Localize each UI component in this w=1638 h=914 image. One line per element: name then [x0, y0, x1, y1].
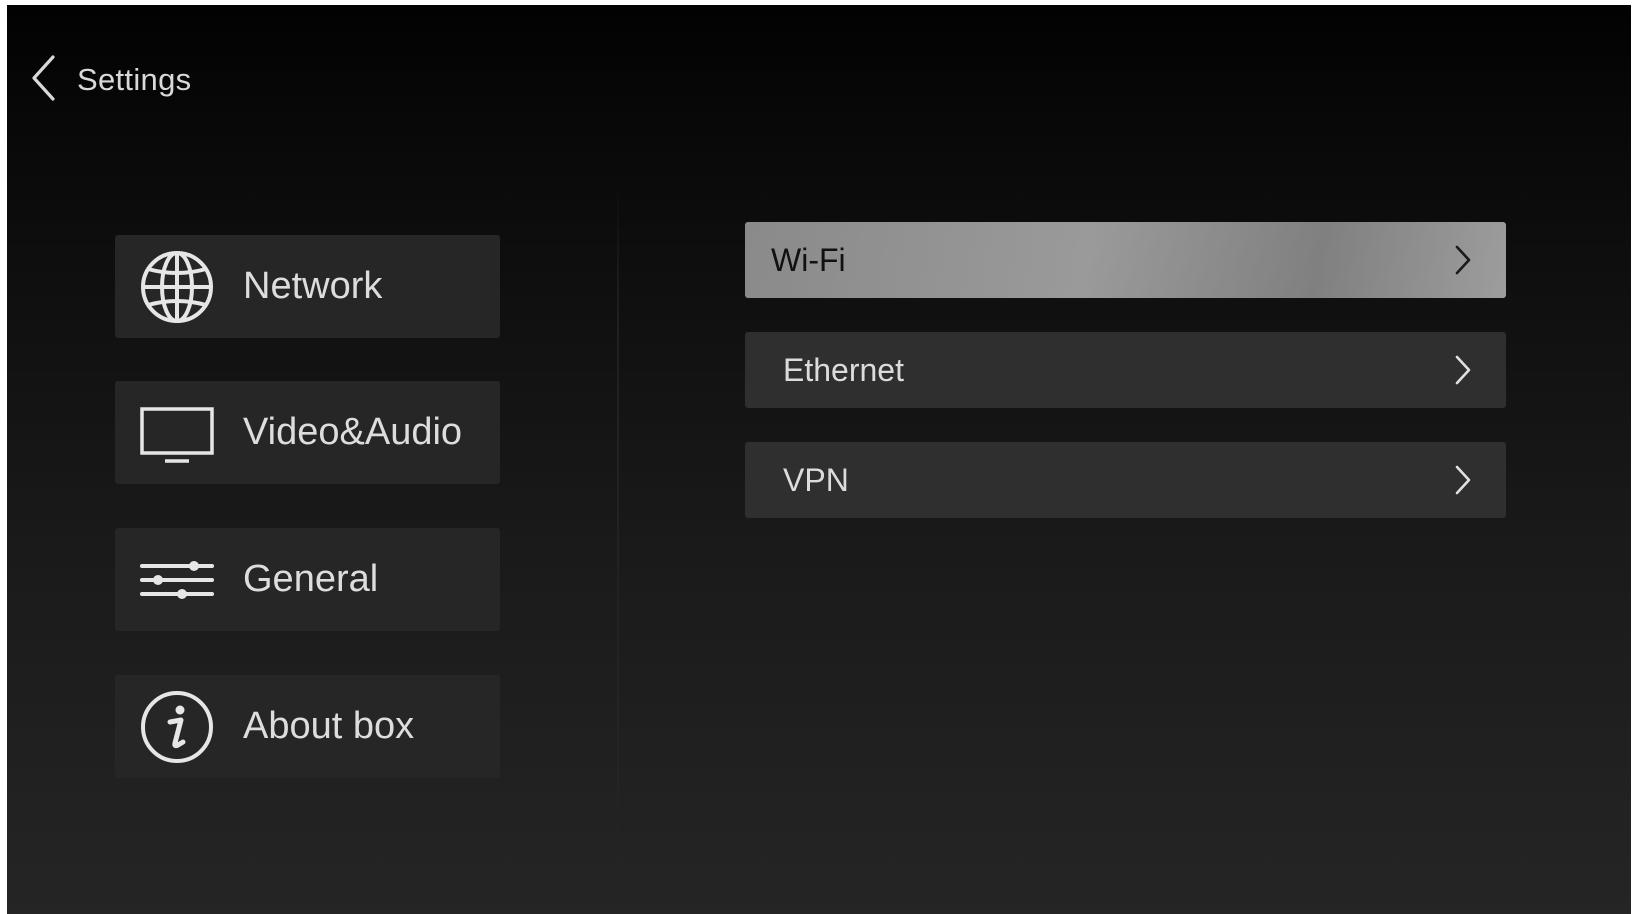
info-icon	[139, 689, 215, 765]
sidebar-item-general[interactable]: General	[115, 528, 500, 631]
sidebar-item-label: Network	[243, 265, 383, 307]
network-item-wifi[interactable]: Wi-Fi	[745, 222, 1506, 298]
page-title: Settings	[77, 62, 192, 97]
chevron-right-icon	[1448, 244, 1478, 276]
settings-screen: Settings Network Video&Audio General Abo…	[7, 5, 1631, 914]
chevron-right-icon	[1448, 464, 1478, 496]
divider	[617, 180, 619, 910]
back-button[interactable]	[19, 45, 69, 115]
chevron-right-icon	[1448, 354, 1478, 386]
header: Settings	[7, 45, 407, 115]
sidebar-item-label: About box	[243, 705, 415, 747]
sliders-icon	[139, 542, 215, 618]
chevron-left-icon	[29, 53, 59, 108]
sidebar-item-video-audio[interactable]: Video&Audio	[115, 381, 500, 484]
monitor-icon	[139, 395, 215, 471]
network-item-label: VPN	[783, 462, 849, 498]
sidebar-item-network[interactable]: Network	[115, 235, 500, 338]
sidebar-item-label: General	[243, 558, 379, 600]
network-item-label: Wi-Fi	[771, 242, 846, 278]
network-item-label: Ethernet	[783, 352, 904, 388]
globe-icon	[139, 249, 215, 325]
network-item-vpn[interactable]: VPN	[745, 442, 1506, 518]
network-item-ethernet[interactable]: Ethernet	[745, 332, 1506, 408]
sidebar-item-about-box[interactable]: About box	[115, 675, 500, 778]
sidebar-item-label: Video&Audio	[243, 411, 463, 453]
